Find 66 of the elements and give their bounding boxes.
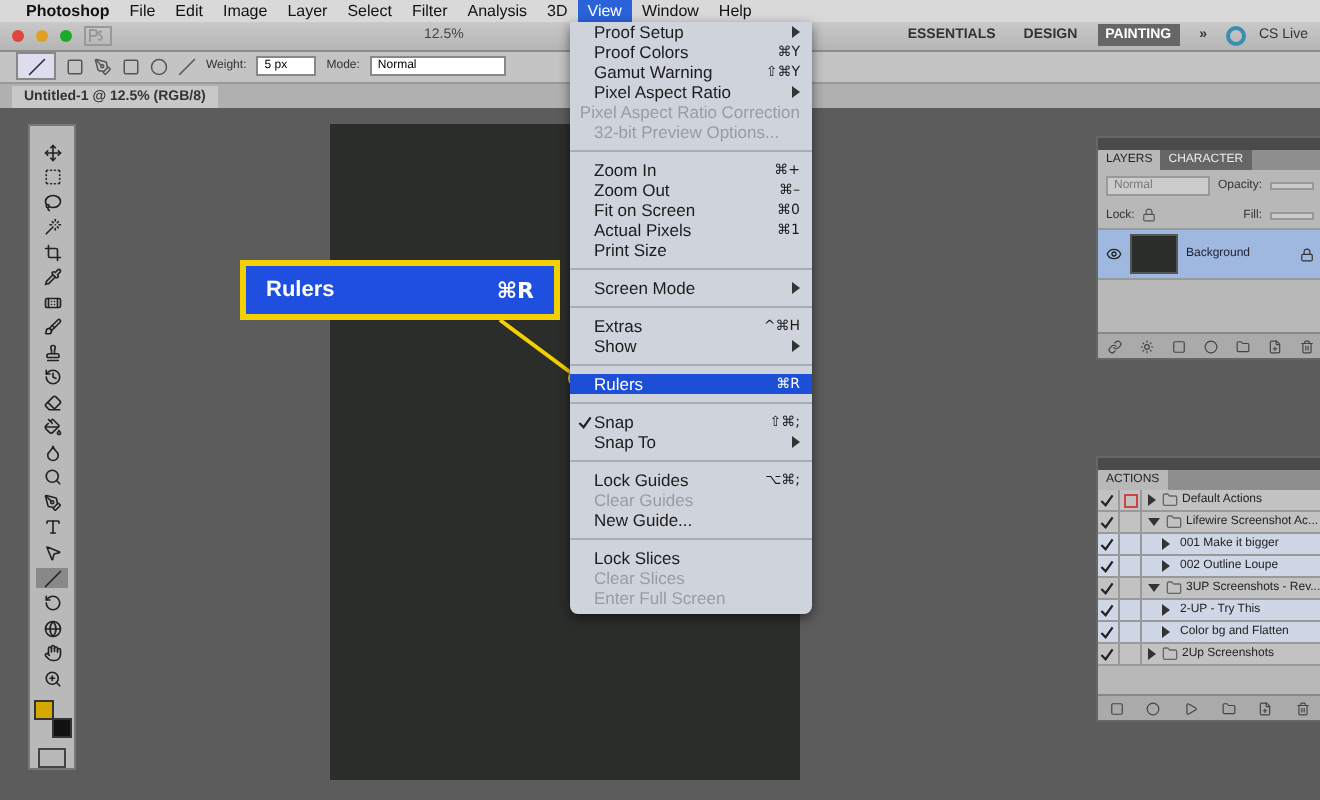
layer-thumbnail bbox=[1130, 234, 1178, 274]
line-icon bbox=[27, 57, 45, 76]
check-icon[interactable] bbox=[1100, 647, 1114, 661]
check-icon[interactable] bbox=[1100, 581, 1114, 595]
menu-title[interactable]: Filter bbox=[401, 0, 458, 22]
link-icon[interactable] bbox=[1107, 339, 1121, 353]
folder-icon[interactable] bbox=[1235, 339, 1249, 353]
check-icon[interactable] bbox=[1100, 493, 1114, 507]
menu-title[interactable]: View bbox=[577, 0, 632, 22]
folder-icon bbox=[1166, 514, 1182, 530]
rectangle-icon[interactable] bbox=[122, 57, 140, 76]
folder-icon bbox=[1166, 580, 1182, 596]
disclosure-triangle-icon[interactable] bbox=[1148, 584, 1160, 592]
menu-title[interactable]: Edit bbox=[165, 0, 213, 22]
trash-icon[interactable] bbox=[1296, 701, 1311, 715]
menu-item[interactable]: Pixel Aspect Ratio bbox=[570, 82, 812, 102]
folder-icon bbox=[1162, 492, 1178, 508]
folder-icon[interactable] bbox=[1221, 701, 1236, 715]
menu-item[interactable]: Show bbox=[570, 336, 812, 356]
shape-layer-icon[interactable] bbox=[66, 57, 84, 76]
foreground-color-swatch[interactable] bbox=[34, 700, 54, 721]
background-color-swatch[interactable] bbox=[52, 718, 72, 739]
menu-title[interactable]: Window bbox=[631, 0, 709, 22]
eye-icon[interactable] bbox=[1106, 246, 1122, 262]
quick-mask-icon[interactable] bbox=[38, 747, 66, 769]
menu-item[interactable]: Print Size bbox=[570, 240, 812, 260]
menu-title[interactable]: Layer bbox=[277, 0, 338, 22]
path-icon[interactable] bbox=[94, 57, 112, 76]
menu-title[interactable]: Select bbox=[337, 0, 402, 22]
menu-item[interactable]: Screen Mode bbox=[570, 278, 812, 298]
menu-item[interactable]: Lock Slices bbox=[570, 548, 812, 568]
new-layer-icon[interactable] bbox=[1267, 339, 1281, 353]
check-icon[interactable] bbox=[1100, 625, 1114, 639]
dialog-toggle-icon[interactable] bbox=[1123, 493, 1137, 507]
adjustment-icon[interactable] bbox=[1203, 339, 1217, 353]
lock-icon[interactable] bbox=[1142, 208, 1157, 222]
disclosure-triangle-icon[interactable] bbox=[1148, 518, 1160, 526]
effects-icon[interactable] bbox=[1139, 339, 1153, 353]
menu-title[interactable]: File bbox=[119, 0, 166, 22]
ellipse-icon[interactable] bbox=[150, 57, 168, 76]
lock-icon bbox=[1300, 247, 1314, 261]
trash-icon[interactable] bbox=[1299, 339, 1313, 353]
menu-item[interactable]: New Guide... bbox=[570, 510, 812, 530]
check-icon[interactable] bbox=[1100, 537, 1114, 551]
callout-shortcut: ⌘R bbox=[496, 277, 534, 303]
menu-item[interactable]: Proof Setup bbox=[570, 22, 812, 42]
callout-label: Rulers bbox=[266, 278, 335, 302]
mask-icon[interactable] bbox=[1171, 339, 1185, 353]
cs-live-icon bbox=[1226, 25, 1247, 46]
check-icon[interactable] bbox=[1100, 559, 1114, 573]
menu-title[interactable]: Help bbox=[708, 0, 762, 22]
menu-title[interactable]: 3D bbox=[537, 0, 578, 22]
record-icon[interactable] bbox=[1146, 701, 1161, 715]
disclosure-triangle-icon[interactable] bbox=[1148, 648, 1156, 660]
check-icon[interactable] bbox=[1100, 603, 1114, 617]
menu-title[interactable]: Photoshop bbox=[16, 0, 120, 22]
folder-icon bbox=[1162, 646, 1178, 662]
play-icon[interactable] bbox=[1184, 701, 1199, 715]
check-icon[interactable] bbox=[1100, 515, 1114, 529]
tool-preset-button[interactable] bbox=[16, 52, 56, 81]
line-icon[interactable] bbox=[178, 57, 196, 76]
stop-icon[interactable] bbox=[1109, 701, 1124, 715]
menu-item[interactable]: Snap To bbox=[570, 432, 812, 452]
menu-title[interactable]: Analysis bbox=[457, 0, 538, 22]
menu-title[interactable]: Image bbox=[212, 0, 278, 22]
new-action-icon[interactable] bbox=[1258, 701, 1273, 715]
